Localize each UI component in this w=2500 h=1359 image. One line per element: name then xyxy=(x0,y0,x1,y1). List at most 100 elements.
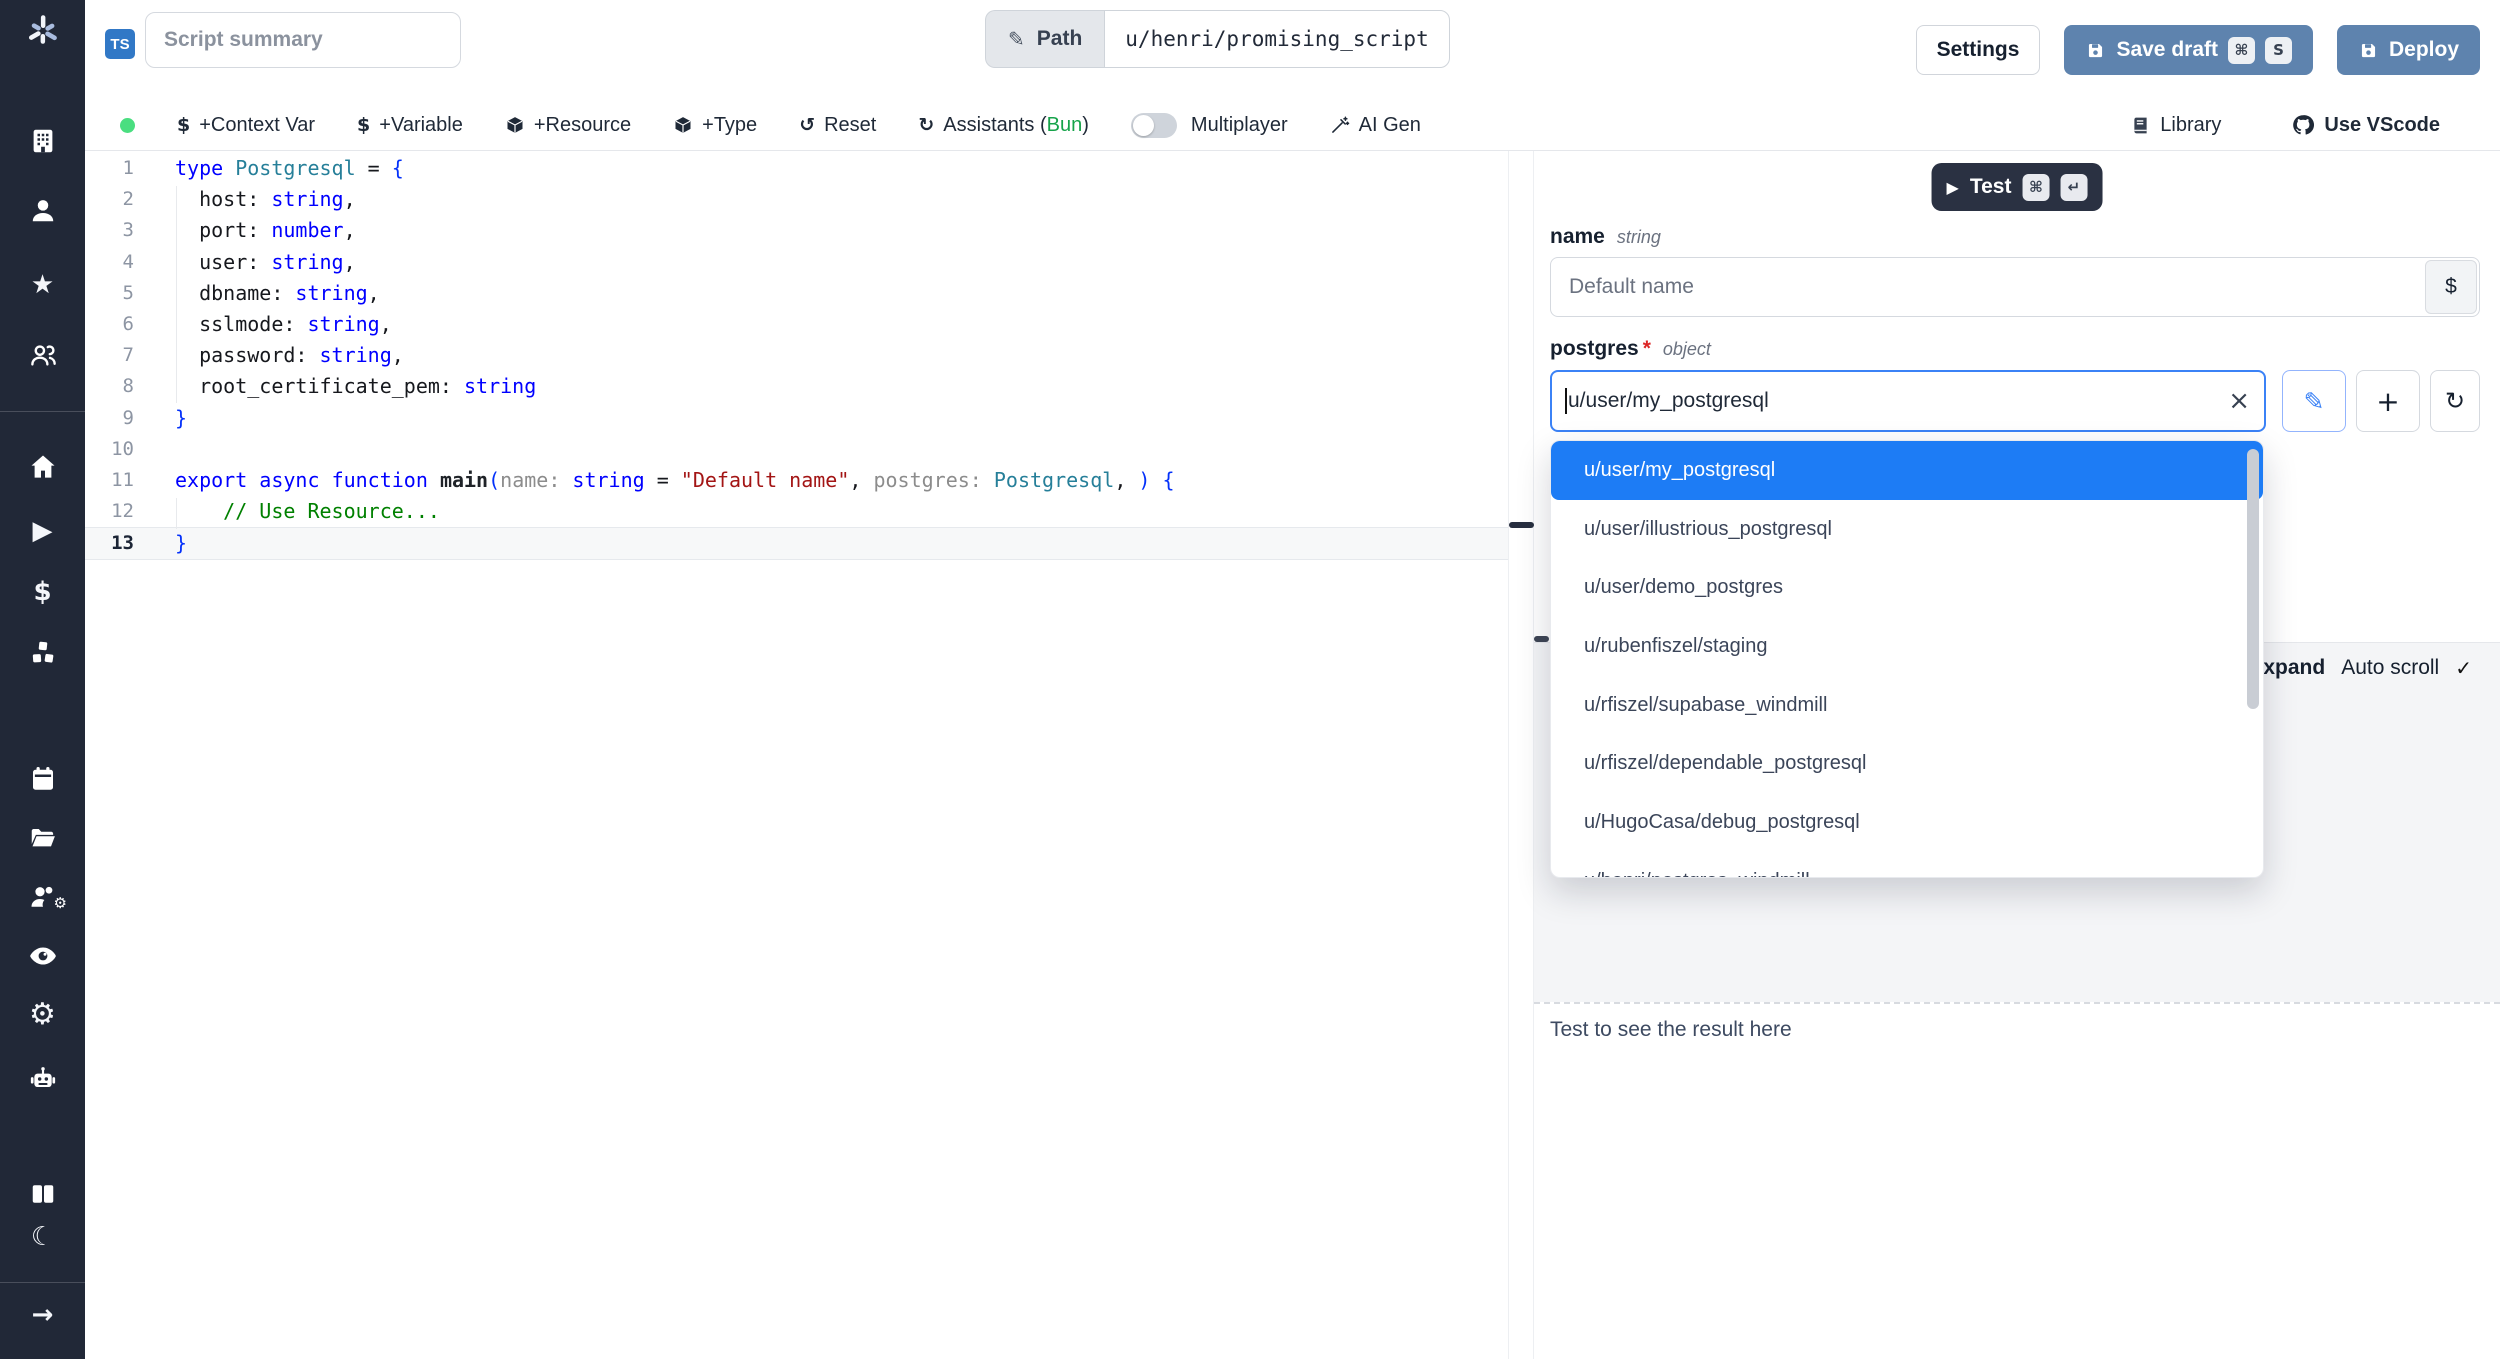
add-resource-button[interactable]: +Resource xyxy=(505,114,631,137)
name-value-input[interactable] xyxy=(1550,257,2480,317)
code-line[interactable]: 12 // Use Resource... xyxy=(85,496,1508,527)
code-line[interactable]: 1type Postgresql = { xyxy=(85,153,1508,184)
settings-gear-icon[interactable]: ⚙ xyxy=(0,997,85,1031)
context-var-label: +Context Var xyxy=(199,114,315,137)
library-label: Library xyxy=(2160,114,2221,137)
test-button[interactable]: ▶ Test ⌘ ↵ xyxy=(1932,163,2103,211)
line-number: 2 xyxy=(85,184,160,215)
users-group-icon[interactable] xyxy=(0,338,85,372)
dropdown-scrollbar[interactable] xyxy=(2247,449,2259,709)
workers-robot-icon[interactable] xyxy=(0,1062,85,1096)
variable-label: +Variable xyxy=(379,114,463,137)
ai-gen-button[interactable]: AI Gen xyxy=(1330,114,1421,137)
s-key-badge: S xyxy=(2265,37,2292,64)
script-summary-input[interactable] xyxy=(145,12,461,68)
line-number: 11 xyxy=(85,465,160,496)
refresh-resources-button[interactable]: ↻ xyxy=(2430,370,2480,432)
groups-admin-icon[interactable]: ⚙ xyxy=(0,880,85,914)
expand-sidebar-arrow-icon[interactable]: → xyxy=(0,1298,85,1332)
reset-icon: ↺ xyxy=(799,114,815,136)
dropdown-option[interactable]: u/HugoCasa/debug_postgresql xyxy=(1551,793,2263,852)
type-label: +Type xyxy=(702,114,757,137)
code-line[interactable]: 5 dbname: string, xyxy=(85,278,1508,309)
resource-picker-input[interactable]: u/user/my_postgresql xyxy=(1550,370,2266,432)
reset-label: Reset xyxy=(824,114,876,137)
dropdown-option[interactable]: u/rubenfiszel/staging xyxy=(1551,617,2263,676)
home-icon[interactable] xyxy=(0,450,85,484)
save-draft-label: Save draft xyxy=(2116,38,2218,62)
add-type-button[interactable]: +Type xyxy=(673,114,757,137)
code-line[interactable]: 2 host: string, xyxy=(85,184,1508,215)
runs-play-icon[interactable]: ▶ xyxy=(0,514,85,548)
field-type: string xyxy=(1617,227,1661,248)
add-context-var-button[interactable]: $ +Context Var xyxy=(177,114,315,137)
cube-icon xyxy=(673,115,693,135)
script-path-value[interactable]: u/henri/promising_script xyxy=(1104,10,1449,68)
autoscroll-toggle[interactable]: Auto scroll xyxy=(2341,656,2439,680)
dropdown-option[interactable]: u/user/illustrious_postgresql xyxy=(1551,500,2263,559)
settings-button[interactable]: Settings xyxy=(1916,25,2041,75)
variables-dollar-icon[interactable]: $ xyxy=(0,575,85,609)
multiplayer-toggle[interactable] xyxy=(1131,113,1177,138)
logs-resize-handle[interactable] xyxy=(1534,636,1549,642)
code-line[interactable]: 10 xyxy=(85,434,1508,465)
field-type: object xyxy=(1663,339,1711,360)
bun-language-label: Bun xyxy=(1047,114,1083,136)
code-line[interactable]: 11export async function main(name: strin… xyxy=(85,465,1508,496)
check-icon: ✓ xyxy=(2455,656,2472,680)
code-line[interactable]: 13} xyxy=(85,527,1508,560)
windmill-logo-icon[interactable] xyxy=(0,14,85,48)
resources-cubes-icon[interactable] xyxy=(0,636,85,670)
reset-button[interactable]: ↺ Reset xyxy=(799,114,876,137)
code-line[interactable]: 9} xyxy=(85,403,1508,434)
dropdown-option[interactable]: u/rfiszel/supabase_windmill xyxy=(1551,676,2263,735)
line-number: 3 xyxy=(85,215,160,246)
code-editor[interactable]: 1type Postgresql = {2 host: string,3 por… xyxy=(85,151,1508,1359)
library-button[interactable]: Library xyxy=(2130,114,2221,137)
user-icon[interactable] xyxy=(0,194,85,228)
code-line[interactable]: 4 user: string, xyxy=(85,247,1508,278)
use-vscode-button[interactable]: Use VScode xyxy=(2291,113,2440,137)
edit-path-button[interactable]: ✎ Path xyxy=(985,10,1104,68)
dropdown-option[interactable]: u/henri/postgres_windmill xyxy=(1551,852,2263,878)
save-icon xyxy=(2358,40,2379,61)
schedules-calendar-icon[interactable] xyxy=(0,762,85,796)
folders-icon[interactable] xyxy=(0,821,85,855)
test-label: Test xyxy=(1970,175,2012,199)
dollar-icon: $ xyxy=(357,114,370,136)
cmd-key-badge: ⌘ xyxy=(2022,174,2049,201)
library-book-icon xyxy=(2130,115,2151,136)
deploy-button[interactable]: Deploy xyxy=(2337,25,2480,75)
star-icon[interactable]: ★ xyxy=(0,268,85,302)
docs-book-icon[interactable] xyxy=(0,1177,85,1211)
save-draft-button[interactable]: Save draft ⌘ S xyxy=(2064,25,2313,75)
code-line[interactable]: 3 port: number, xyxy=(85,215,1508,246)
audit-eye-icon[interactable] xyxy=(0,939,85,973)
line-number: 13 xyxy=(85,528,160,559)
sidebar-divider xyxy=(0,1282,85,1283)
dark-mode-moon-icon[interactable]: ☾ xyxy=(0,1220,85,1254)
mini-gear-icon: ⚙ xyxy=(54,894,67,912)
dropdown-option[interactable]: u/user/demo_postgres xyxy=(1551,558,2263,617)
panel-splitter[interactable] xyxy=(1508,151,1534,1359)
indent-guide xyxy=(176,186,177,403)
dropdown-option[interactable]: u/user/my_postgresql xyxy=(1551,441,2263,500)
assistants-button[interactable]: ↻ Assistants (Bun) xyxy=(918,114,1089,137)
assistants-label: Assistants (Bun) xyxy=(943,114,1089,137)
save-icon xyxy=(2085,40,2106,61)
workspace-building-icon[interactable] xyxy=(0,124,85,158)
code-line[interactable]: 6 sslmode: string, xyxy=(85,309,1508,340)
pencil-icon: ✎ xyxy=(2304,387,2325,416)
indent-guide xyxy=(176,498,177,529)
insert-variable-dollar-button[interactable]: $ xyxy=(2425,260,2477,314)
code-line[interactable]: 7 password: string, xyxy=(85,340,1508,371)
add-variable-button[interactable]: $ +Variable xyxy=(357,114,463,137)
clear-icon[interactable]: × xyxy=(2228,370,2250,432)
code-line[interactable]: 8 root_certificate_pem: string xyxy=(85,371,1508,402)
plus-icon: + xyxy=(2376,385,2399,418)
editor-resize-handle[interactable] xyxy=(1509,522,1534,528)
sidebar-divider xyxy=(0,411,85,412)
edit-resource-button[interactable]: ✎ xyxy=(2282,370,2346,432)
dropdown-option[interactable]: u/rfiszel/dependable_postgresql xyxy=(1551,734,2263,793)
add-resource-button[interactable]: + xyxy=(2356,370,2420,432)
